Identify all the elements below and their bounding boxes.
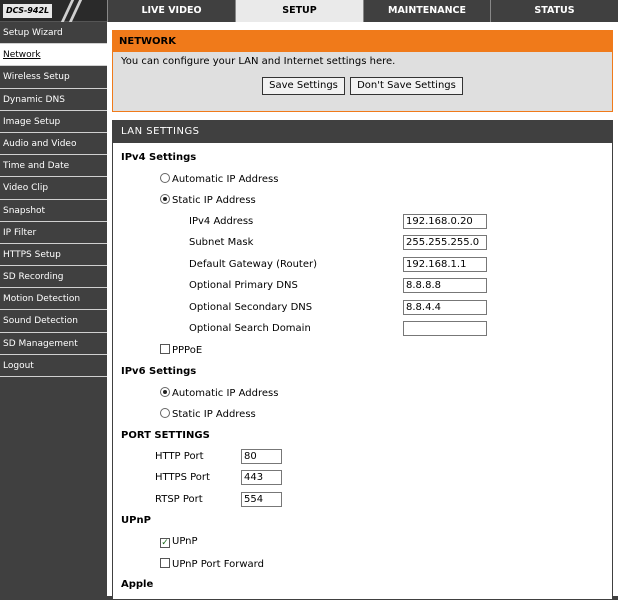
tab-setup[interactable]: SETUP: [235, 0, 363, 22]
network-buttons: Save Settings Don't Save Settings: [113, 77, 612, 95]
http-port-label: HTTP Port: [155, 451, 204, 462]
rtsp-port-input[interactable]: 554: [241, 492, 282, 507]
gateway-input[interactable]: 192.168.1.1: [403, 257, 487, 272]
tab-maintenance[interactable]: MAINTENANCE: [363, 0, 490, 22]
ipv4-address-input[interactable]: 192.168.0.20: [403, 214, 487, 229]
sidebar-item-dynamic-dns[interactable]: Dynamic DNS: [0, 88, 107, 111]
ipv6-auto-radio[interactable]: [160, 387, 170, 397]
ipv4-auto-label: Automatic IP Address: [172, 174, 279, 185]
ipv6-static-label: Static IP Address: [172, 409, 256, 420]
upnp-option[interactable]: ✓ UPnP: [160, 536, 198, 548]
ipv6-static-radio[interactable]: [160, 408, 170, 418]
sidebar-item-network[interactable]: Network: [0, 44, 107, 67]
sidebar-item-sd-management[interactable]: SD Management: [0, 332, 107, 355]
ipv4-static-option[interactable]: Static IP Address: [160, 194, 256, 206]
ipv4-auto-radio[interactable]: [160, 173, 170, 183]
lan-settings-panel: LAN SETTINGS IPv4 Settings Automatic IP …: [112, 120, 613, 600]
upnp-port-forward-option[interactable]: UPnP Port Forward: [160, 558, 264, 570]
upnp-port-forward-label: UPnP Port Forward: [172, 559, 264, 570]
lan-settings-title: LAN SETTINGS: [113, 121, 612, 143]
port-settings-header: PORT SETTINGS: [121, 430, 210, 441]
ipv4-address-label: IPv4 Address: [189, 216, 254, 227]
search-domain-label: Optional Search Domain: [189, 323, 311, 334]
rtsp-port-label: RTSP Port: [155, 494, 203, 505]
save-settings-button[interactable]: Save Settings: [262, 77, 345, 95]
sidebar-item-https-setup[interactable]: HTTPS Setup: [0, 243, 107, 267]
gateway-label: Default Gateway (Router): [189, 259, 318, 270]
sidebar-item-setup-wizard[interactable]: Setup Wizard: [0, 22, 107, 45]
subnet-mask-input[interactable]: 255.255.255.0: [403, 235, 487, 250]
primary-dns-input[interactable]: 8.8.8.8: [403, 278, 487, 293]
http-port-input[interactable]: 80: [241, 449, 282, 464]
sidebar-item-ip-filter[interactable]: IP Filter: [0, 221, 107, 244]
upnp-header: UPnP: [121, 515, 151, 526]
secondary-dns-input[interactable]: 8.8.4.4: [403, 300, 487, 315]
upnp-port-forward-checkbox[interactable]: [160, 558, 170, 568]
ipv4-static-radio[interactable]: [160, 194, 170, 204]
search-domain-input[interactable]: [403, 321, 487, 336]
ipv4-auto-option[interactable]: Automatic IP Address: [160, 173, 278, 185]
secondary-dns-label: Optional Secondary DNS: [189, 302, 313, 313]
apple-header: Apple: [121, 579, 154, 590]
upnp-checkbox[interactable]: ✓: [160, 538, 170, 548]
pppoe-checkbox[interactable]: [160, 344, 170, 354]
tab-status[interactable]: STATUS: [490, 0, 618, 22]
upnp-label: UPnP: [172, 536, 198, 547]
model-label: DCS-942L: [3, 4, 53, 18]
network-description: You can configure your LAN and Internet …: [121, 56, 396, 67]
sidebar-item-motion-detection[interactable]: Motion Detection: [0, 288, 107, 311]
sidebar-item-sd-recording[interactable]: SD Recording: [0, 266, 107, 289]
pppoe-label: PPPoE: [172, 345, 203, 356]
https-port-input[interactable]: 443: [241, 470, 282, 485]
sidebar-item-image-setup[interactable]: Image Setup: [0, 110, 107, 133]
ipv6-settings-header: IPv6 Settings: [121, 366, 197, 377]
tab-live-video[interactable]: LIVE VIDEO: [107, 0, 235, 22]
sidebar-item-snapshot[interactable]: Snapshot: [0, 199, 107, 222]
main-tabs: LIVE VIDEO SETUP MAINTENANCE STATUS: [107, 0, 618, 22]
subnet-mask-label: Subnet Mask: [189, 237, 254, 248]
ipv4-static-label: Static IP Address: [172, 195, 256, 206]
main-content: NETWORK You can configure your LAN and I…: [107, 22, 618, 600]
ipv4-settings-header: IPv4 Settings: [121, 152, 197, 163]
primary-dns-label: Optional Primary DNS: [189, 280, 298, 291]
dont-save-settings-button[interactable]: Don't Save Settings: [350, 77, 463, 95]
ipv6-auto-option[interactable]: Automatic IP Address: [160, 387, 278, 399]
ipv6-auto-label: Automatic IP Address: [172, 388, 279, 399]
pppoe-option[interactable]: PPPoE: [160, 344, 202, 356]
network-panel: NETWORK You can configure your LAN and I…: [112, 30, 613, 112]
sidebar-item-audio-and-video[interactable]: Audio and Video: [0, 132, 107, 156]
sidebar: Setup Wizard Network Wireless Setup Dyna…: [0, 22, 107, 377]
sidebar-item-logout[interactable]: Logout: [0, 354, 107, 377]
network-title: NETWORK: [113, 31, 612, 52]
sidebar-item-wireless-setup[interactable]: Wireless Setup: [0, 66, 107, 89]
sidebar-item-time-and-date[interactable]: Time and Date: [0, 155, 107, 178]
sidebar-item-video-clip[interactable]: Video Clip: [0, 177, 107, 200]
ipv6-static-option[interactable]: Static IP Address: [160, 408, 256, 420]
dlink-logo: DCS-942L: [0, 0, 107, 22]
top-bar: DCS-942L LIVE VIDEO SETUP MAINTENANCE ST…: [0, 0, 618, 22]
https-port-label: HTTPS Port: [155, 472, 210, 483]
sidebar-item-sound-detection[interactable]: Sound Detection: [0, 310, 107, 333]
